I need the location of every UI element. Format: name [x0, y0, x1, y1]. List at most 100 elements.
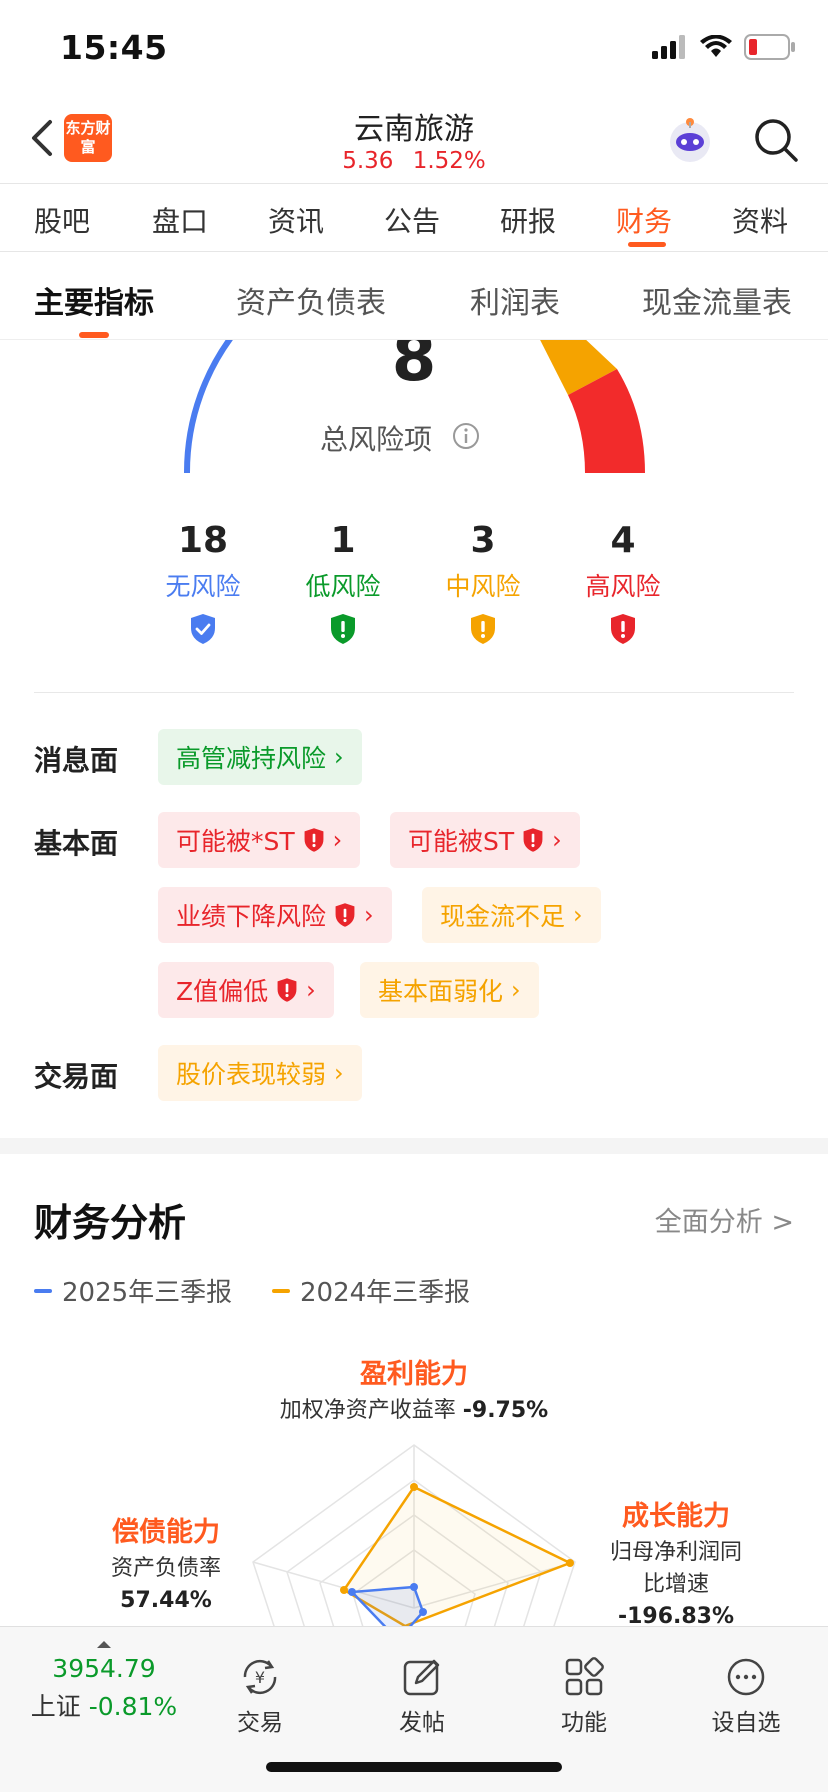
chevron-right-icon: ›	[364, 901, 374, 929]
risk-count-low[interactable]: 1 低风险	[283, 520, 403, 645]
tab-guba[interactable]: 股吧	[34, 200, 90, 240]
nav-label: 交易	[237, 1710, 283, 1736]
tab-announcements[interactable]: 公告	[384, 200, 440, 240]
tag-text: 可能被ST	[408, 827, 515, 856]
risk-tag-low-z-score[interactable]: Z值偏低 ›	[158, 962, 334, 1018]
chevron-right-icon: ›	[511, 976, 521, 1004]
radar-point-2025	[419, 1608, 427, 1616]
home-indicator[interactable]	[266, 1762, 562, 1772]
tag-text: Z值偏低	[176, 977, 269, 1006]
legend-swatch	[272, 1288, 290, 1293]
index-ticker[interactable]: 3954.79 上证 -0.81%	[24, 1641, 184, 1723]
radar-point-2024	[566, 1559, 574, 1567]
legend-label: 2025年三季报	[62, 1278, 233, 1308]
subtab-income-statement[interactable]: 利润表	[470, 278, 560, 322]
total-risk-count: 8	[391, 340, 437, 396]
radar-label-profitability: 盈利能力 加权净资产收益率 -9.75%	[264, 1352, 564, 1427]
tag-text: 可能被*ST	[176, 827, 295, 856]
battery-icon	[744, 34, 795, 60]
risk-tag-possible-st[interactable]: 可能被ST ›	[390, 812, 580, 868]
count-value: 3	[470, 520, 496, 561]
tag-text: 股价表现较弱	[176, 1060, 327, 1089]
stock-price: 5.36	[342, 148, 394, 174]
ai-assistant-icon[interactable]	[664, 114, 716, 166]
metric-name: 加权净资产收益率	[279, 1398, 456, 1423]
nav-post[interactable]: 发帖	[367, 1657, 477, 1737]
risk-tag-cashflow-insufficient[interactable]: 现金流不足 ›	[422, 887, 601, 943]
risk-gauge: 8 总风险项	[0, 340, 828, 480]
index-pct: -0.81%	[88, 1692, 178, 1721]
risk-counts: 18 无风险 1 低风险 3 中风险 4 高风险	[0, 520, 828, 670]
tab-profile[interactable]: 资料	[732, 200, 788, 240]
risk-tag-exec-reduction[interactable]: 高管减持风险 ›	[158, 729, 362, 785]
alert-shield-icon	[277, 978, 297, 1002]
status-icons	[652, 34, 796, 60]
status-time: 15:45	[60, 28, 168, 67]
chevron-right-icon: ›	[332, 826, 343, 854]
count-label: 低风险	[305, 572, 381, 601]
alert-shield-icon	[331, 614, 355, 644]
risk-count-none[interactable]: 18 无风险	[143, 520, 263, 645]
chevron-right-icon: ›	[573, 901, 583, 929]
radar-point-2025	[348, 1588, 356, 1596]
section-separator	[0, 1138, 828, 1154]
legend-swatch	[34, 1288, 52, 1293]
finance-subtabs: 主要指标 资产负债表 利润表 现金流量表	[0, 252, 828, 340]
status-bar: 15:45	[0, 0, 828, 96]
count-label: 高风险	[585, 572, 661, 601]
tag-text: 基本面弱化	[378, 977, 504, 1006]
svg-text:¥: ¥	[255, 1668, 265, 1687]
nav-functions[interactable]: 功能	[529, 1657, 639, 1737]
signal-icon	[652, 35, 685, 59]
radar-point-2024	[340, 1586, 348, 1594]
subtab-key-indicators[interactable]: 主要指标	[34, 278, 154, 322]
index-value: 3954.79	[52, 1654, 156, 1683]
risk-count-high[interactable]: 4 高风险	[563, 520, 683, 645]
check-shield-icon	[191, 614, 215, 644]
stock-header: 东方财富 云南旅游 5.36 1.52%	[0, 96, 828, 184]
tag-text: 现金流不足	[440, 902, 566, 931]
tab-pankou[interactable]: 盘口	[152, 200, 208, 240]
alert-shield-icon	[335, 903, 355, 927]
subtab-cash-flow[interactable]: 现金流量表	[642, 278, 792, 322]
tab-research[interactable]: 研报	[500, 200, 556, 240]
nav-add-watchlist[interactable]: 设自选	[691, 1657, 801, 1737]
subtab-balance-sheet[interactable]: 资产负债表	[236, 278, 386, 322]
risk-tag-possible-star-st[interactable]: 可能被*ST ›	[158, 812, 361, 868]
more-icon	[727, 1658, 765, 1696]
radar-series-2025	[349, 1585, 425, 1626]
risk-group-fundamental-label: 基本面	[34, 827, 119, 860]
nav-trade[interactable]: ¥ 交易	[205, 1657, 315, 1737]
risk-tag-earnings-decline[interactable]: 业绩下降风险 ›	[158, 887, 392, 943]
chevron-right-icon: ›	[306, 976, 316, 1004]
trade-icon: ¥	[243, 1659, 277, 1695]
tab-finance[interactable]: 财务	[616, 200, 672, 240]
count-value: 4	[610, 520, 636, 561]
radar-chart	[252, 1444, 576, 1626]
tab-news[interactable]: 资讯	[268, 200, 324, 240]
alert-shield-icon	[611, 614, 635, 644]
legend-label: 2024年三季报	[300, 1278, 471, 1308]
count-label: 无风险	[165, 572, 241, 601]
risk-group-trading-label: 交易面	[34, 1060, 119, 1093]
risk-count-medium[interactable]: 3 中风险	[423, 520, 543, 645]
financial-analysis-title: 财务分析	[34, 1201, 187, 1245]
chevron-right-icon: ›	[552, 826, 562, 854]
legend-current: 2025年三季报	[34, 1272, 232, 1309]
risk-tag-weak-price[interactable]: 股价表现较弱 ›	[158, 1045, 362, 1101]
legend-previous: 2024年三季报	[272, 1272, 470, 1309]
alert-shield-icon	[523, 828, 543, 852]
nav-label: 发帖	[399, 1710, 445, 1736]
count-label: 中风险	[445, 572, 521, 601]
index-name-line: 上证 -0.81%	[24, 1687, 184, 1723]
chevron-right-icon: ›	[334, 743, 344, 771]
tag-text: 业绩下降风险	[176, 902, 327, 931]
wifi-icon	[700, 35, 732, 57]
alert-shield-icon	[304, 828, 324, 852]
info-icon[interactable]	[452, 422, 480, 450]
search-icon[interactable]	[752, 116, 800, 164]
subtab-active-indicator	[79, 332, 109, 338]
radar-point-2024	[410, 1483, 418, 1491]
risk-tag-fundamentals-weakening[interactable]: 基本面弱化 ›	[360, 962, 539, 1018]
full-analysis-link[interactable]: 全面分析 >	[655, 1200, 794, 1239]
